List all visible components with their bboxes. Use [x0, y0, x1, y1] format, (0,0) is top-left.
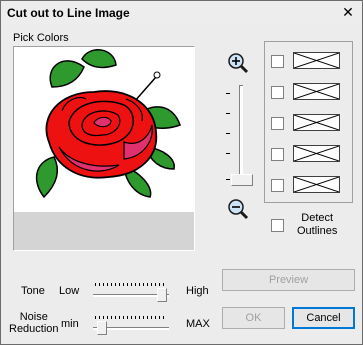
zoom-tick	[226, 153, 230, 154]
noise-slider-thumb[interactable]	[96, 321, 107, 335]
empty-swatch-icon[interactable]	[293, 145, 340, 162]
tone-label: Tone	[21, 285, 45, 297]
cancel-button[interactable]: Cancel	[292, 307, 355, 329]
empty-swatch-icon[interactable]	[293, 176, 340, 193]
zoom-in-icon[interactable]	[227, 52, 249, 74]
detect-outlines-checkbox[interactable]	[271, 219, 284, 232]
color-checkbox-5[interactable]	[271, 179, 284, 192]
zoom-tick	[226, 113, 230, 114]
zoom-tick	[226, 93, 230, 94]
image-preview[interactable]	[13, 46, 195, 251]
color-checkbox-1[interactable]	[271, 55, 284, 68]
tone-high-label: High	[186, 285, 209, 297]
noise-min-label: min	[61, 318, 79, 330]
empty-swatch-icon[interactable]	[293, 83, 340, 100]
title-bar: Cut out to Line Image ✕	[1, 1, 362, 25]
preview-button[interactable]: Preview	[222, 269, 355, 291]
color-checkbox-2[interactable]	[271, 86, 284, 99]
color-checkbox-4[interactable]	[271, 148, 284, 161]
tone-slider-ticks	[95, 283, 167, 286]
empty-swatch-icon[interactable]	[293, 52, 340, 69]
tone-slider-thumb[interactable]	[157, 288, 168, 302]
window-title: Cut out to Line Image	[7, 6, 130, 20]
noise-reduction-label: Noise Reduction	[9, 311, 59, 335]
zoom-tick	[226, 133, 230, 134]
noise-slider-ticks	[95, 316, 167, 319]
noise-max-label: MAX	[186, 318, 210, 330]
color-checkbox-3[interactable]	[271, 117, 284, 130]
rose-image	[35, 49, 181, 199]
zoom-out-icon[interactable]	[227, 198, 249, 220]
detect-outlines-label: Detect Outlines	[297, 212, 338, 237]
dialog-window: Cut out to Line Image ✕ Pick Colors Dete…	[0, 0, 363, 345]
ok-button[interactable]: OK	[222, 307, 285, 329]
zoom-slider-thumb[interactable]	[231, 174, 253, 186]
zoom-tick	[226, 179, 230, 180]
zoom-slider-track[interactable]	[239, 85, 243, 186]
empty-swatch-icon[interactable]	[293, 114, 340, 131]
pick-colors-label: Pick Colors	[13, 32, 69, 44]
close-button[interactable]: ✕	[340, 5, 356, 20]
image-canvas[interactable]	[14, 47, 194, 212]
tone-low-label: Low	[59, 285, 80, 297]
color-list-panel	[264, 41, 353, 203]
